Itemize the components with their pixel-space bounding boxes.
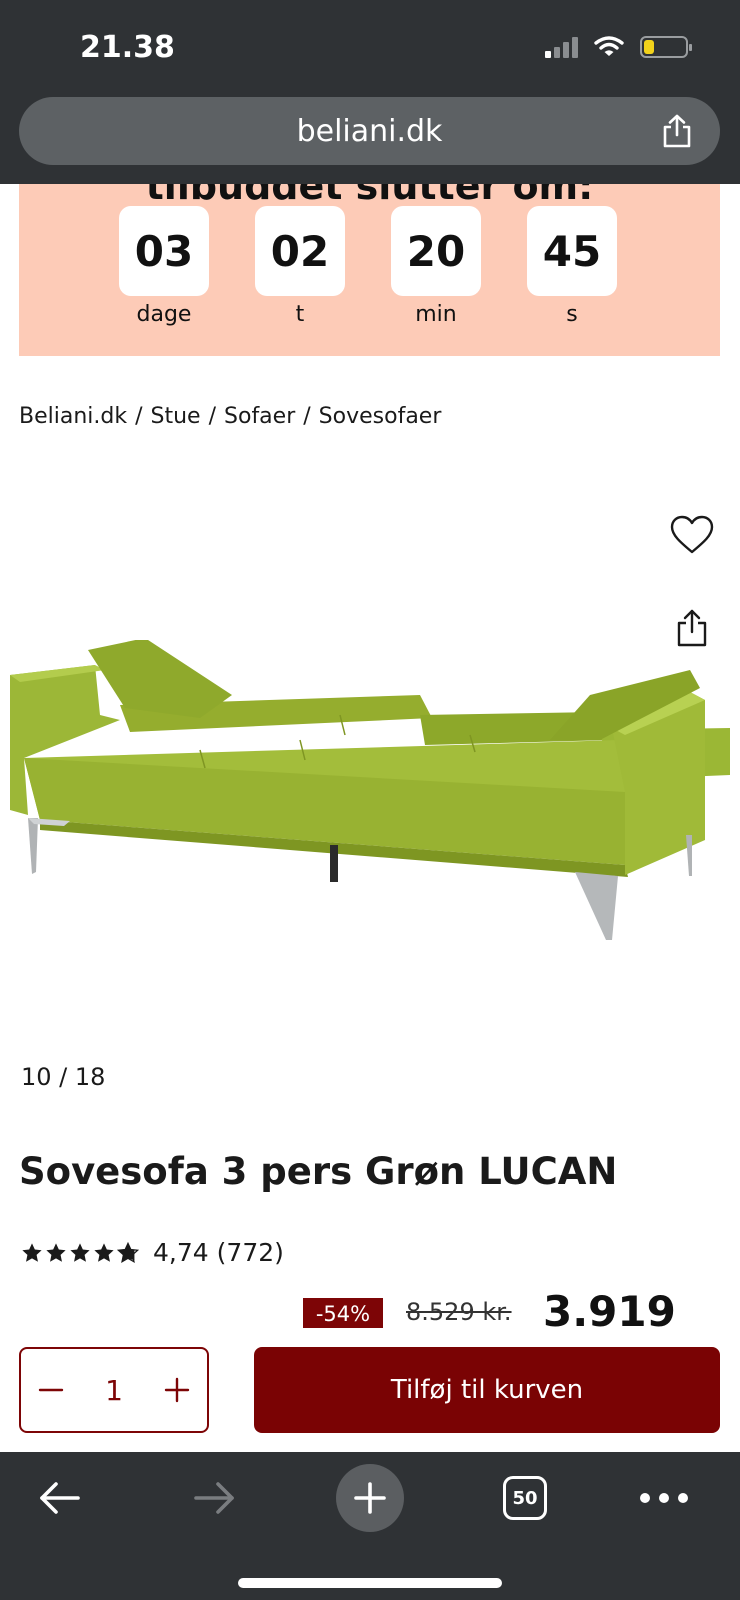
wifi-icon — [594, 36, 624, 56]
breadcrumb-link-sovesofaer[interactable]: Sovesofaer — [319, 404, 442, 429]
address-bar[interactable]: beliani.dk — [19, 97, 720, 165]
old-price: 8.529 kr. — [406, 1298, 512, 1326]
product-title: Sovesofa 3 pers Grøn LUCAN — [19, 1150, 618, 1193]
countdown-value: 20 — [391, 206, 481, 296]
half-star-icon — [117, 1241, 139, 1263]
product-image[interactable] — [0, 640, 740, 970]
home-indicator[interactable] — [238, 1578, 502, 1588]
breadcrumb-link-home[interactable]: Beliani.dk — [19, 404, 127, 429]
breadcrumb-separator: / — [135, 404, 143, 429]
star-icon — [22, 1242, 42, 1262]
more-icon[interactable] — [640, 1480, 688, 1516]
countdown-header: tilbuddet slutter om: — [145, 184, 594, 208]
decrease-quantity-button[interactable] — [35, 1374, 67, 1406]
increase-quantity-button[interactable] — [161, 1374, 193, 1406]
countdown-label: t — [295, 302, 305, 327]
countdown-value: 45 — [527, 206, 617, 296]
quantity-value[interactable]: 1 — [105, 1374, 123, 1407]
cellular-signal-icon — [545, 36, 578, 58]
star-icon — [46, 1242, 66, 1262]
browser-top-bar: 21.38 beliani.dk — [0, 0, 740, 184]
countdown-value: 02 — [255, 206, 345, 296]
breadcrumb-separator: / — [303, 404, 311, 429]
star-icon — [70, 1242, 90, 1262]
share-icon[interactable] — [660, 113, 694, 149]
browser-bottom-bar: 50 — [0, 1452, 740, 1600]
discount-badge: -54% — [303, 1298, 383, 1328]
current-price: 3.919 kr. — [543, 1290, 676, 1328]
rating-value: 4,74 — [153, 1238, 209, 1267]
new-tab-button[interactable] — [336, 1464, 404, 1532]
url-text: beliani.dk — [296, 113, 443, 149]
tab-count: 50 — [512, 1487, 538, 1509]
countdown-days: 03 dage — [119, 206, 209, 327]
plus-icon — [164, 1377, 190, 1403]
status-icons — [545, 36, 692, 58]
countdown-minutes: 20 min — [391, 206, 481, 327]
tabs-button[interactable]: 50 — [503, 1476, 547, 1520]
breadcrumb-link-stue[interactable]: Stue — [151, 404, 201, 429]
product-rating[interactable]: 4,74 (772) — [21, 1238, 284, 1267]
countdown-label: s — [566, 302, 578, 327]
status-time: 21.38 — [80, 30, 175, 65]
forward-arrow-icon[interactable] — [190, 1476, 238, 1520]
battery-icon — [640, 36, 692, 58]
breadcrumb-link-sofaer[interactable]: Sofaer — [224, 404, 295, 429]
countdown-label: dage — [136, 302, 192, 327]
countdown-banner: tilbuddet slutter om: 03 dage 02 t 20 mi… — [19, 184, 720, 356]
quantity-stepper: 1 — [19, 1347, 209, 1433]
star-icon — [94, 1242, 114, 1262]
gallery-pager: 10 / 18 — [21, 1063, 106, 1091]
breadcrumb-separator: / — [208, 404, 217, 429]
countdown-seconds: 45 s — [527, 206, 617, 327]
back-arrow-icon[interactable] — [36, 1476, 84, 1520]
minus-icon — [38, 1388, 64, 1392]
heart-icon[interactable] — [670, 515, 714, 555]
countdown-label: min — [415, 302, 457, 327]
rating-stars — [21, 1241, 139, 1264]
breadcrumb: Beliani.dk / Stue / Sofaer / Sovesofaer — [19, 404, 441, 429]
add-to-cart-button[interactable]: Tilføj til kurven — [254, 1347, 720, 1433]
countdown-hours: 02 t — [255, 206, 345, 327]
countdown-timer: 03 dage 02 t 20 min 45 s — [119, 206, 617, 327]
countdown-value: 03 — [119, 206, 209, 296]
new-tab-plus-icon — [354, 1482, 386, 1514]
rating-count: (772) — [216, 1238, 284, 1267]
price-row: -54% 8.529 kr. 3.919 kr. — [0, 1290, 740, 1328]
